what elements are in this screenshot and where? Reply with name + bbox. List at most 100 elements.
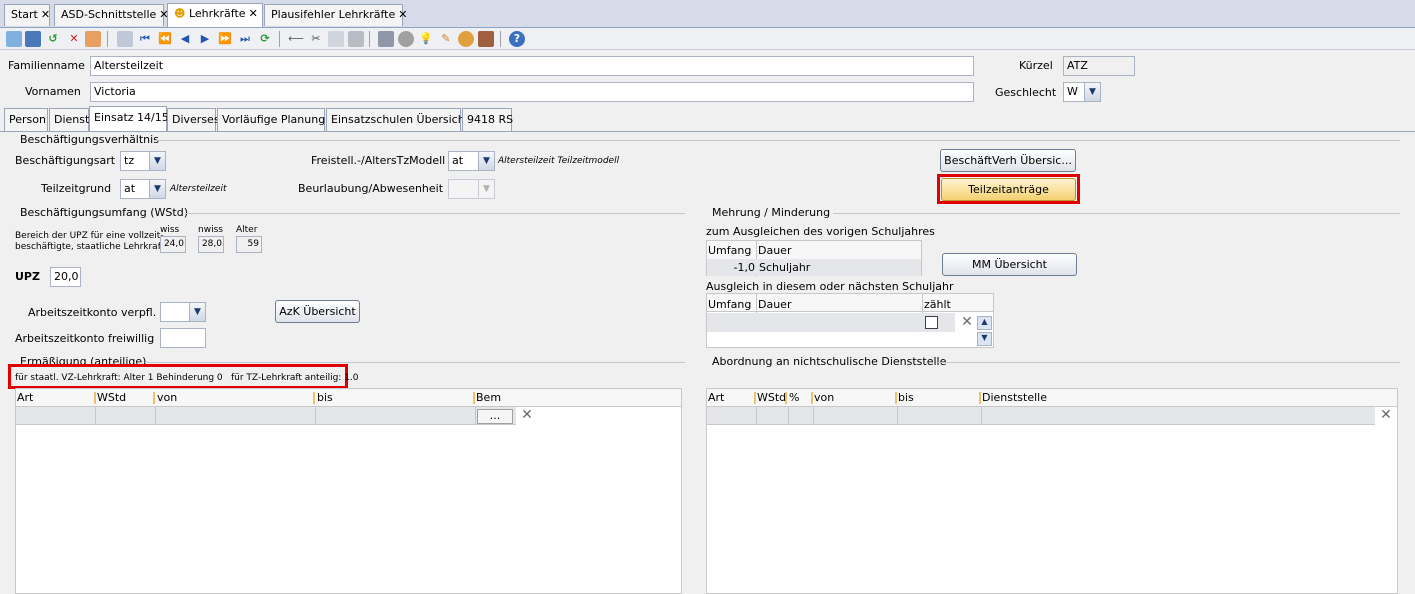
document-tab-bar: Start ✕ ASD-Schnittstelle ✕ ☻ Lehrkräfte ✕ … — [0, 0, 1415, 28]
beschaeftigungsart-select[interactable]: tz ▼ — [120, 151, 166, 171]
freistell-select[interactable]: at ▼ — [448, 151, 495, 171]
scroll-up-icon[interactable]: ▲ — [977, 316, 992, 330]
col-zaehlt: zählt — [924, 298, 951, 311]
beschaeftigungsart-value: tz — [124, 154, 135, 167]
table-header: Art WStd von bis Bem — [16, 389, 681, 407]
toolbar: ↺ ✕ ⏮ ⏪ ◀ ▶ ⏩ ⏭ ⟳ ⟵ ✂ 💡 ✎ ? — [0, 28, 1415, 50]
azk-freiwillig-field[interactable] — [160, 328, 206, 348]
record-icon[interactable] — [398, 31, 414, 47]
ausgleich-title: Ausgleich in diesem oder nächsten Schulj… — [706, 280, 954, 293]
mm-uebersicht-button[interactable]: MM Übersicht — [942, 253, 1077, 276]
cut-icon[interactable]: ✂ — [308, 31, 324, 47]
delete-row-icon[interactable]: ✕ — [518, 408, 536, 424]
last-record-icon[interactable]: ⏭ — [237, 31, 253, 47]
first-record-icon[interactable]: ⏮ — [137, 31, 153, 47]
tab-start[interactable]: Start ✕ — [4, 4, 50, 26]
teilzeitgrund-description: Altersteilzeit — [170, 184, 227, 194]
new-icon[interactable] — [6, 31, 22, 47]
col-von: von — [814, 391, 835, 404]
table-row[interactable]: -1,0 Schuljahr — [707, 259, 921, 276]
beurlaubung-select[interactable]: ▼ — [448, 179, 495, 199]
alter-value: 59 — [236, 236, 262, 253]
tab-label: Start — [11, 8, 38, 21]
subtab-9418-rs[interactable]: 9418 RS — [462, 108, 513, 131]
close-icon[interactable]: ✕ — [41, 8, 50, 21]
delete-record-icon[interactable] — [85, 31, 101, 47]
close-icon[interactable]: ✕ — [398, 8, 407, 21]
paste-icon[interactable] — [348, 31, 364, 47]
copy-icon[interactable] — [328, 31, 344, 47]
table-row[interactable] — [16, 407, 516, 425]
help-icon[interactable]: ? — [509, 31, 525, 47]
broom-icon[interactable]: ✎ — [438, 31, 454, 47]
tab-plausifehler[interactable]: Plausifehler Lehrkräfte ✕ — [264, 4, 407, 26]
clock-icon[interactable] — [458, 31, 474, 47]
col-wstd: WStd — [757, 391, 787, 404]
table-row[interactable] — [707, 407, 1375, 425]
chevron-down-icon[interactable]: ▼ — [478, 180, 494, 198]
col-bem: Bem — [476, 391, 502, 404]
nwiss-label: nwiss — [198, 225, 223, 235]
delete-row-icon[interactable]: ✕ — [958, 315, 976, 331]
chevron-down-icon[interactable]: ▼ — [478, 152, 494, 170]
tab-asd-schnittstelle[interactable]: ASD-Schnittstelle ✕ — [54, 4, 169, 26]
refresh-icon[interactable]: ⟳ — [257, 31, 273, 47]
kuerzel-field[interactable]: ATZ — [1063, 56, 1135, 76]
subtab-einsatzschulen[interactable]: Einsatzschulen Übersicht — [326, 108, 469, 131]
ausgleich-table: Umfang Dauer zählt ✕ — [706, 293, 994, 348]
teilzeitantraege-button[interactable]: Teilzeitanträge — [941, 178, 1076, 201]
fast-forward-icon[interactable]: ⏩ — [217, 31, 233, 47]
freistell-description: Altersteilzeit Teilzeitmodell — [498, 156, 620, 166]
chevron-down-icon[interactable]: ▼ — [1084, 83, 1100, 101]
previous-icon[interactable]: ◀ — [177, 31, 193, 47]
chevron-down-icon[interactable]: ▼ — [189, 303, 205, 321]
vornamen-field[interactable]: Victoria — [90, 82, 974, 102]
upz-bereich-text-1: Bereich der UPZ für eine vollzeit- — [15, 231, 164, 241]
col-dauer: Dauer — [758, 298, 792, 311]
geschlecht-select[interactable]: W ▼ — [1063, 82, 1101, 102]
subtab-diverses[interactable]: Diverses — [167, 108, 220, 131]
azk-verpfl-label: Arbeitszeitkonto verpfl. — [28, 306, 157, 319]
chevron-down-icon[interactable]: ▼ — [149, 152, 165, 170]
print-icon[interactable] — [378, 31, 394, 47]
table-row[interactable] — [707, 313, 955, 332]
col-art: Art — [708, 391, 725, 404]
close-icon[interactable]: ✕ — [249, 7, 258, 20]
delete-row-icon[interactable]: ✕ — [1377, 408, 1395, 424]
back-arrow-icon[interactable]: ⟵ — [288, 31, 304, 47]
freistell-value: at — [452, 154, 464, 167]
beschaeftverh-uebersicht-button[interactable]: BeschäftVerh Übersic... — [940, 149, 1076, 172]
col-dienststelle: Dienststelle — [982, 391, 1048, 404]
beschaeftigungsumfang-title: Beschäftigungsumfang (WStd) — [20, 206, 188, 219]
teilzeitgrund-value: at — [124, 182, 136, 195]
upz-label: UPZ — [15, 270, 40, 283]
teilzeitgrund-select[interactable]: at ▼ — [120, 179, 166, 199]
copy-record-icon[interactable] — [117, 31, 133, 47]
subtab-person[interactable]: Person — [4, 108, 48, 131]
subtab-dienst[interactable]: Dienst — [49, 108, 89, 131]
report-icon[interactable] — [478, 31, 494, 47]
fast-back-icon[interactable]: ⏪ — [157, 31, 173, 47]
azk-uebersicht-button[interactable]: AzK Übersicht — [275, 300, 360, 323]
azk-verpfl-select[interactable]: ▼ — [160, 302, 206, 322]
upz-field[interactable]: 20,0 — [50, 267, 81, 287]
alter-label: Alter — [236, 225, 258, 235]
next-icon[interactable]: ▶ — [197, 31, 213, 47]
lightbulb-icon[interactable]: 💡 — [418, 31, 434, 47]
subtab-einsatz[interactable]: Einsatz 14/15 — [89, 106, 169, 131]
beschaeftigungsart-label: Beschäftigungsart — [15, 154, 116, 167]
scroll-down-icon[interactable]: ▼ — [977, 332, 992, 346]
save-icon[interactable] — [25, 31, 41, 47]
table-header: Art WStd % von bis Dienststelle — [707, 389, 1397, 407]
chevron-down-icon[interactable]: ▼ — [149, 180, 165, 198]
vorjahr-table: Umfang Dauer -1,0 Schuljahr — [706, 240, 922, 277]
familienname-field[interactable]: Altersteilzeit — [90, 56, 974, 76]
delete-icon[interactable]: ✕ — [66, 31, 82, 47]
tab-lehrkraefte[interactable]: ☻ Lehrkräfte ✕ — [167, 3, 263, 27]
wiss-label: wiss — [160, 225, 180, 235]
subtab-vorlaeufige-planung[interactable]: Vorläufige Planung — [217, 108, 325, 131]
col-bis: bis — [317, 391, 333, 404]
undo-icon[interactable]: ↺ — [45, 31, 61, 47]
bem-ellipsis-button[interactable]: ... — [477, 409, 513, 424]
zaehlt-checkbox[interactable] — [925, 316, 938, 329]
